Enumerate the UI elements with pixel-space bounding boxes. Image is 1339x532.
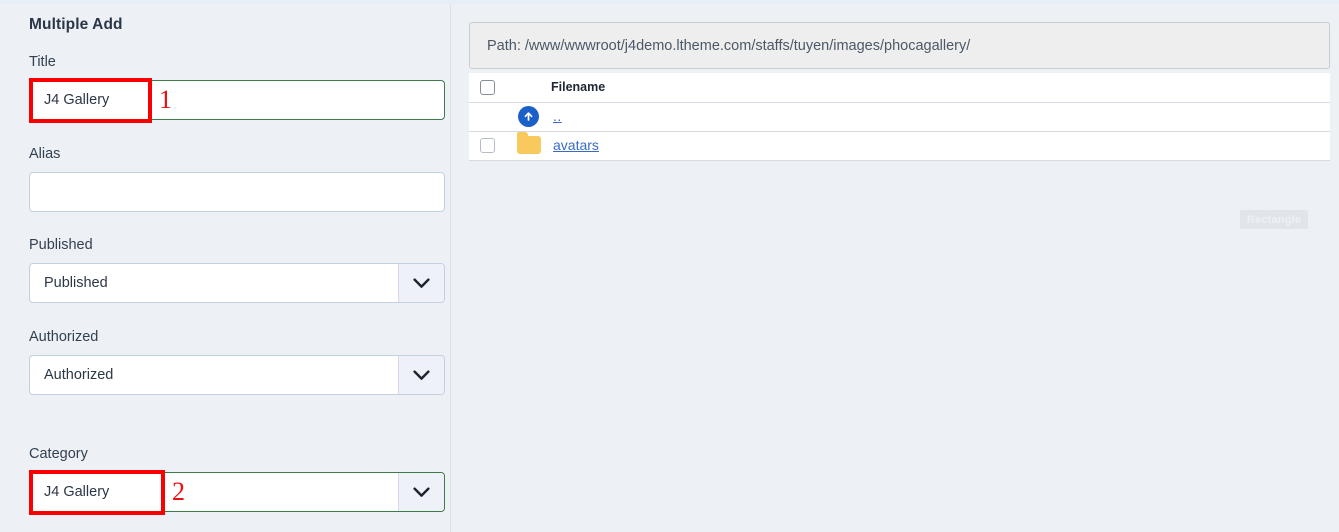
- table-row[interactable]: avatars: [469, 131, 1330, 161]
- file-browser-panel: Path: /www/wwwroot/j4demo.ltheme.com/sta…: [452, 4, 1339, 532]
- path-bar: Path: /www/wwwroot/j4demo.ltheme.com/sta…: [469, 22, 1330, 69]
- filename-column-header: Filename: [551, 73, 1330, 103]
- row-name-cell: avatars: [551, 131, 1330, 161]
- icon-header-cell: [506, 73, 551, 103]
- parent-directory-link[interactable]: ..: [551, 108, 562, 124]
- row-icon-cell: [506, 102, 551, 132]
- table-header-row: Filename: [469, 73, 1330, 103]
- authorized-select[interactable]: Authorized: [29, 355, 445, 395]
- chevron-down-icon: [398, 356, 444, 394]
- folder-link-avatars[interactable]: avatars: [551, 137, 599, 153]
- file-list-body: .. avatars: [469, 102, 1330, 161]
- published-label: Published: [29, 237, 93, 253]
- category-select[interactable]: J4 Gallery: [29, 472, 445, 512]
- screen-root: Multiple Add Title Alias Published Publi…: [0, 0, 1339, 532]
- chevron-down-icon: [398, 473, 444, 511]
- category-select-value: J4 Gallery: [44, 484, 110, 500]
- authorized-label: Authorized: [29, 329, 99, 345]
- file-list-table: Filename .. avatars: [469, 73, 1330, 161]
- rectangle-overlay-badge: Rectangle: [1240, 210, 1308, 229]
- table-row[interactable]: ..: [469, 102, 1330, 132]
- multiple-add-form-panel: Multiple Add Title Alias Published Publi…: [0, 4, 451, 532]
- row-name-cell: ..: [551, 102, 1330, 132]
- row-icon-cell: [506, 131, 551, 161]
- category-label: Category: [29, 446, 88, 462]
- page-title: Multiple Add: [29, 16, 123, 33]
- up-arrow-icon[interactable]: [518, 106, 539, 127]
- alias-input[interactable]: [29, 172, 445, 212]
- row-checkbox[interactable]: [480, 138, 495, 153]
- authorized-select-value: Authorized: [44, 367, 114, 383]
- annotation-number-2: 2: [172, 477, 185, 506]
- row-checkbox-cell: [469, 131, 506, 161]
- title-label: Title: [29, 54, 56, 70]
- select-all-checkbox[interactable]: [480, 79, 495, 95]
- annotation-number-1: 1: [159, 85, 172, 114]
- alias-label: Alias: [29, 146, 61, 162]
- file-list-header: Filename: [469, 73, 1330, 103]
- row-checkbox-cell: [469, 102, 506, 132]
- folder-icon: [516, 132, 541, 155]
- published-select[interactable]: Published: [29, 263, 445, 303]
- select-all-header-cell: [469, 73, 506, 103]
- published-select-value: Published: [44, 275, 108, 291]
- title-input[interactable]: [29, 80, 445, 120]
- chevron-down-icon: [398, 264, 444, 302]
